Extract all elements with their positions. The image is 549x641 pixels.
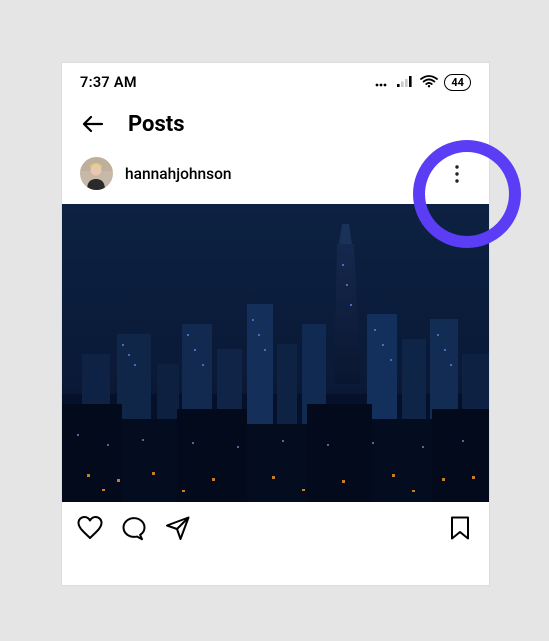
page-title: Posts — [128, 112, 185, 137]
comment-button[interactable] — [120, 514, 148, 542]
nav-bar: Posts — [62, 99, 489, 151]
like-button[interactable] — [76, 514, 104, 542]
post-header: hannahjohnson — [62, 151, 489, 204]
avatar-image — [80, 157, 113, 190]
post-image[interactable] — [62, 204, 489, 502]
comment-icon — [120, 514, 148, 542]
bookmark-icon — [447, 514, 473, 542]
post-actions — [62, 502, 489, 554]
wifi-icon — [420, 73, 438, 92]
status-time: 7:37 AM — [80, 74, 137, 91]
status-bar: 7:37 AM — [62, 63, 489, 99]
share-button[interactable] — [164, 514, 192, 542]
send-icon — [164, 514, 192, 542]
cellular-signal-icon — [397, 73, 414, 92]
status-indicators: 44 — [375, 73, 471, 92]
more-dots-icon — [375, 73, 391, 92]
more-vertical-icon — [455, 165, 459, 183]
arrow-left-icon — [80, 111, 106, 137]
heart-icon — [76, 514, 104, 542]
more-options-button[interactable] — [443, 160, 471, 188]
city-skyline-image — [62, 204, 489, 502]
phone-frame: 7:37 AM — [62, 63, 489, 585]
save-button[interactable] — [447, 514, 473, 542]
username[interactable]: hannahjohnson — [125, 165, 232, 183]
avatar[interactable] — [80, 157, 113, 190]
battery-indicator: 44 — [444, 74, 471, 91]
back-button[interactable] — [80, 111, 106, 137]
